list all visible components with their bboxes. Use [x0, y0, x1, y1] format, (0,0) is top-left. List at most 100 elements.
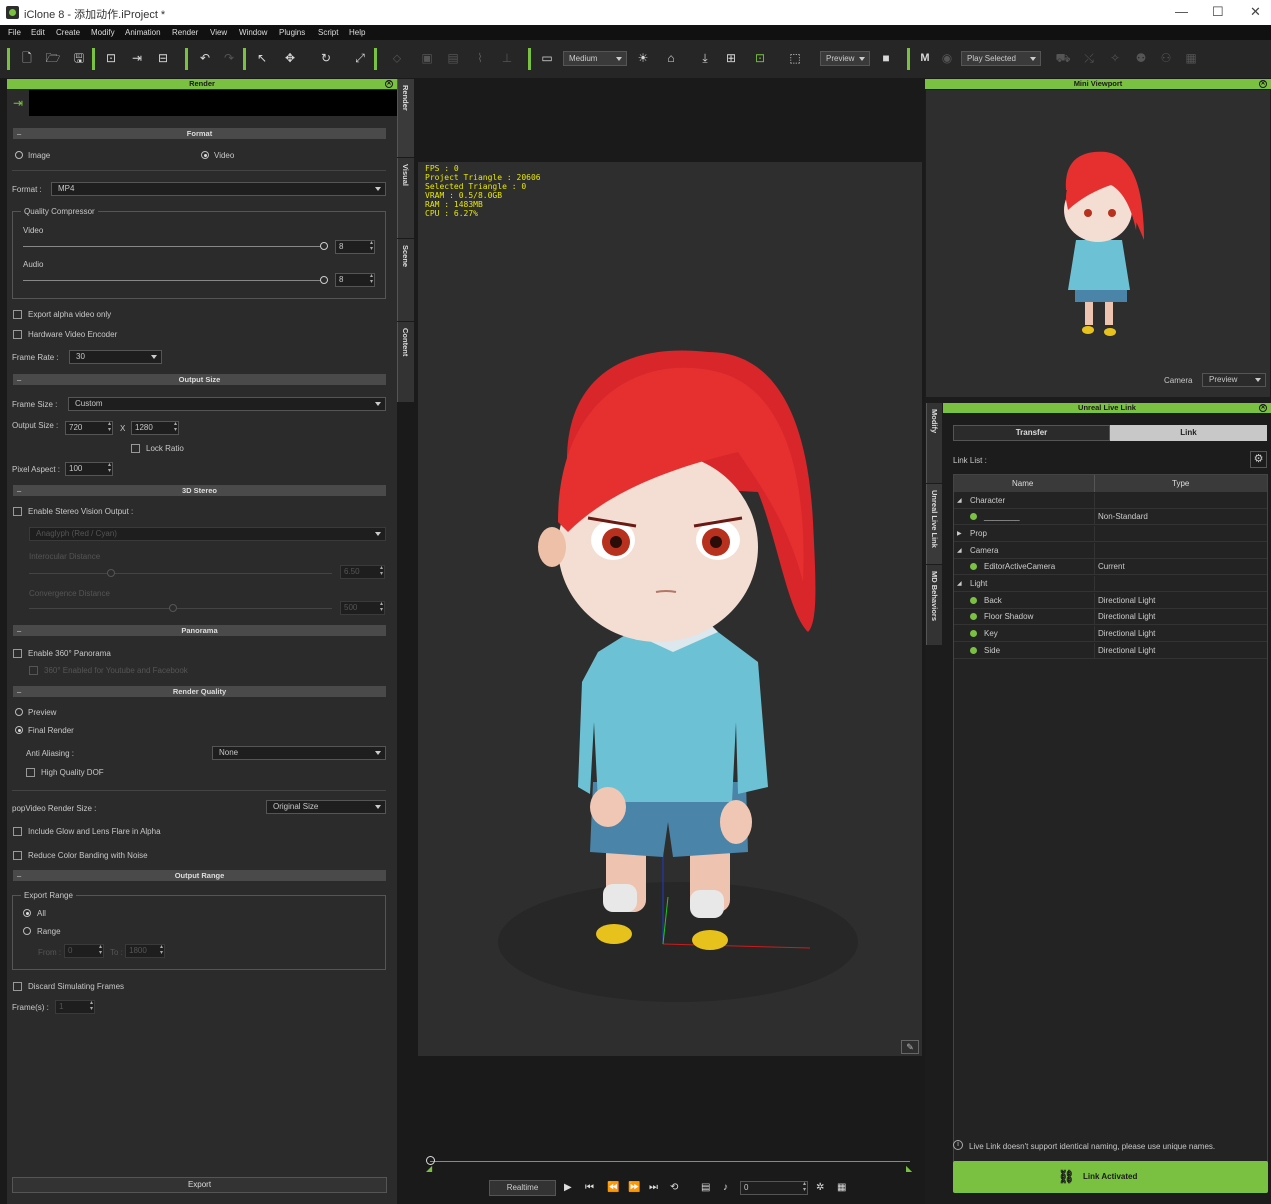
format-section-header[interactable]: Format [13, 128, 386, 139]
output-width-spinner[interactable]: 720 [65, 421, 113, 435]
menu-animation[interactable]: Animation [125, 28, 161, 37]
move-icon[interactable]: ✥ [282, 50, 298, 66]
select-arrow-icon[interactable]: ↖ [254, 50, 270, 66]
maximize-button[interactable]: ☐ [1212, 4, 1224, 20]
import-icon[interactable]: ⊡ [103, 50, 119, 66]
banding-checkbox[interactable] [13, 851, 22, 860]
realtime-button[interactable]: Realtime [489, 1180, 556, 1196]
slider-knob[interactable] [320, 242, 328, 250]
3d-viewport[interactable]: FPS : 0 Project Triangle : 20606 Selecte… [418, 162, 922, 1056]
col-type-header[interactable]: Type [1172, 479, 1189, 488]
mini-viewport[interactable]: Camera Preview [926, 90, 1270, 397]
menu-render[interactable]: Render [172, 28, 198, 37]
view-options-icon[interactable]: ⬚ [787, 50, 803, 66]
interocular-slider[interactable] [29, 569, 332, 577]
align-icon[interactable]: ▣ [419, 50, 435, 66]
tab-transfer[interactable]: Transfer [953, 425, 1110, 441]
output-size-section-header[interactable]: Output Size [13, 374, 386, 385]
subtitle-icon[interactable]: ▤ [701, 1182, 710, 1193]
interocular-spinner[interactable]: 6.50 [340, 565, 385, 579]
next-frame-icon[interactable]: ⏩ [628, 1182, 640, 1193]
slider-knob[interactable] [320, 276, 328, 284]
layout-icon[interactable]: ▭ [539, 50, 555, 66]
close-mini-viewport-icon[interactable]: ✕ [1259, 80, 1267, 88]
anaglyph-select[interactable]: Anaglyph (Red / Cyan) [29, 527, 386, 541]
frames-spinner[interactable]: 1 [55, 1000, 95, 1014]
menu-view[interactable]: View [210, 28, 227, 37]
md-tool-5-icon[interactable]: ⚇ [1158, 50, 1174, 66]
save-icon[interactable]: 🖫 [71, 50, 87, 66]
md-tool-6-icon[interactable]: ▦ [1183, 50, 1199, 66]
audio-quality-spinner[interactable]: 8 [335, 273, 375, 287]
popvideo-select[interactable]: Original Size [266, 800, 386, 814]
table-row[interactable]: ▶ Prop [954, 526, 1267, 542]
link-activated-button[interactable]: ⛓ Link Activated [953, 1161, 1268, 1193]
expand-arrow-icon[interactable]: ◢ [957, 580, 962, 587]
range-all-radio[interactable] [23, 909, 31, 917]
export-alpha-checkbox[interactable] [13, 310, 22, 319]
frame-rate-select[interactable]: 30 [69, 350, 162, 364]
close-panel-icon[interactable]: ✕ [385, 80, 393, 88]
frame-spinner[interactable]: 0 [740, 1181, 808, 1195]
range-from-spinner[interactable]: 0 [64, 944, 104, 958]
pivot-icon[interactable]: ⊥ [499, 50, 515, 66]
play-icon[interactable]: ▶ [564, 1182, 572, 1193]
table-row[interactable]: EditorActiveCamera Current [954, 559, 1267, 575]
video-quality-slider[interactable] [23, 242, 328, 250]
tab-unreal-live-link[interactable]: Unreal Live Link [926, 484, 942, 564]
col-name-header[interactable]: Name [1012, 479, 1033, 488]
hw-encoder-checkbox[interactable] [13, 330, 22, 339]
video-quality-spinner[interactable]: 8 [335, 240, 375, 254]
preview-radio[interactable] [15, 708, 23, 716]
camera-snap-icon[interactable]: ⊡ [752, 50, 768, 66]
tab-content[interactable]: Content [397, 322, 414, 402]
convergence-slider[interactable] [29, 604, 332, 612]
record-camera-icon[interactable]: ■ [878, 50, 894, 66]
menu-modify[interactable]: Modify [91, 28, 115, 37]
slider-knob[interactable] [107, 569, 115, 577]
convergence-spinner[interactable]: 500 [340, 601, 385, 615]
loop-icon[interactable]: ⟲ [670, 1182, 678, 1193]
tab-scene[interactable]: Scene [397, 239, 414, 321]
minimize-button[interactable]: — [1175, 4, 1188, 19]
table-row[interactable]: Back Directional Light [954, 593, 1267, 609]
start-marker-icon[interactable]: ◢ [426, 1164, 432, 1173]
usd-export-icon[interactable]: ⊟ [155, 50, 171, 66]
table-row[interactable]: ◢ Light [954, 576, 1267, 592]
menu-file[interactable]: File [8, 28, 21, 37]
play-selected-dropdown[interactable]: Play Selected [961, 51, 1041, 66]
camera-select[interactable]: Preview [1202, 373, 1266, 387]
slider-knob[interactable] [169, 604, 177, 612]
video-radio[interactable] [201, 151, 209, 159]
menu-script[interactable]: Script [318, 28, 338, 37]
audio-quality-slider[interactable] [23, 276, 328, 284]
gear-icon[interactable]: ⚙ [1250, 451, 1267, 468]
collapse-arrow-icon[interactable]: ▶ [957, 530, 962, 537]
menu-plugins[interactable]: Plugins [279, 28, 305, 37]
tab-visual[interactable]: Visual [397, 158, 414, 238]
discard-frames-checkbox[interactable] [13, 982, 22, 991]
timeline-panel-icon[interactable]: ▦ [837, 1182, 846, 1193]
lock-ratio-checkbox[interactable] [131, 444, 140, 453]
open-folder-icon[interactable]: 🗁 [45, 50, 61, 66]
table-row[interactable]: ◢ Camera [954, 543, 1267, 559]
final-render-radio[interactable] [15, 726, 23, 734]
md-tool-2-icon[interactable]: ⤯ [1081, 50, 1097, 66]
undo-icon[interactable]: ↶ [197, 50, 213, 66]
frame-size-select[interactable]: Custom [68, 397, 386, 411]
rotate-icon[interactable]: ↻ [318, 50, 334, 66]
prev-frame-icon[interactable]: ⏪ [607, 1182, 619, 1193]
md-play-icon[interactable]: ◉ [939, 50, 955, 66]
menu-help[interactable]: Help [349, 28, 365, 37]
expand-arrow-icon[interactable]: ◢ [957, 497, 962, 504]
first-frame-icon[interactable]: ⏮ [585, 1182, 594, 1193]
image-radio[interactable] [15, 151, 23, 159]
menu-window[interactable]: Window [239, 28, 267, 37]
end-marker-icon[interactable]: ◣ [906, 1164, 912, 1173]
expand-arrow-icon[interactable]: ◢ [957, 547, 962, 554]
attach-icon[interactable]: ⌇ [472, 50, 488, 66]
close-button[interactable]: ✕ [1250, 4, 1261, 20]
export-icon[interactable]: ⇥ [129, 50, 145, 66]
menu-create[interactable]: Create [56, 28, 80, 37]
redo-icon[interactable]: ↷ [221, 50, 237, 66]
